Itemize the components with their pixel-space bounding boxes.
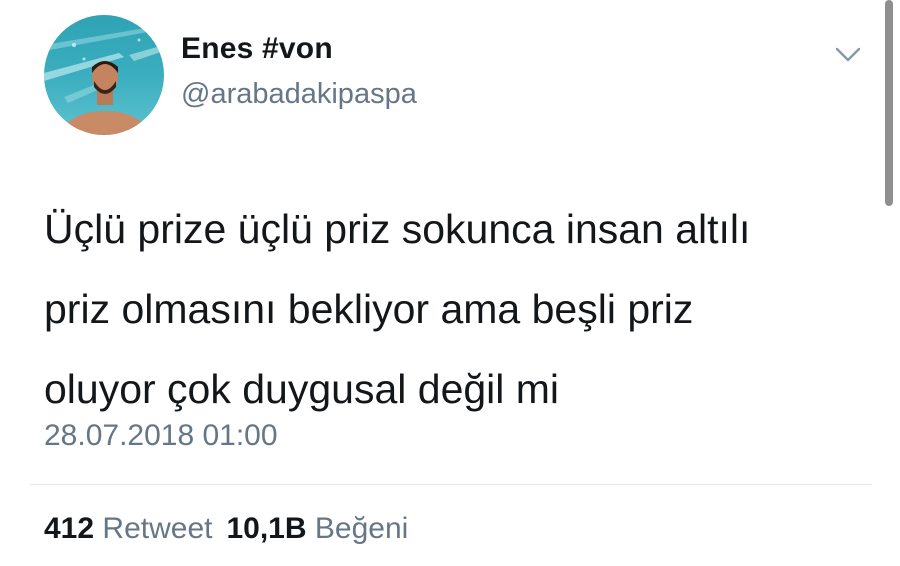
tweet-card: Enes #von @arabadakipaspa Üçlü prize üçl… xyxy=(0,0,900,566)
user-handle[interactable]: @arabadakipaspa xyxy=(181,78,417,111)
tweet-timestamp[interactable]: 28.07.2018 01:00 xyxy=(44,419,278,453)
retweet-count: 412 xyxy=(44,512,95,545)
avatar[interactable] xyxy=(44,15,164,135)
divider xyxy=(30,484,872,485)
like-label: Beğeni xyxy=(314,512,409,545)
like-count: 10,1B xyxy=(226,512,307,545)
retweet-label: Retweet xyxy=(102,512,213,545)
chevron-down-icon[interactable] xyxy=(832,42,864,66)
avatar-image xyxy=(44,15,164,135)
tweet-text: Üçlü prize üçlü priz sokunca insan altıl… xyxy=(44,206,751,412)
scrollbar[interactable] xyxy=(885,0,893,206)
retweet-stat[interactable]: 412 Retweet xyxy=(44,512,212,545)
tweet-stats: 412 Retweet 10,1B Beğeni xyxy=(44,512,408,546)
like-stat[interactable]: 10,1B Beğeni xyxy=(226,512,408,545)
display-name[interactable]: Enes #von xyxy=(181,32,333,66)
